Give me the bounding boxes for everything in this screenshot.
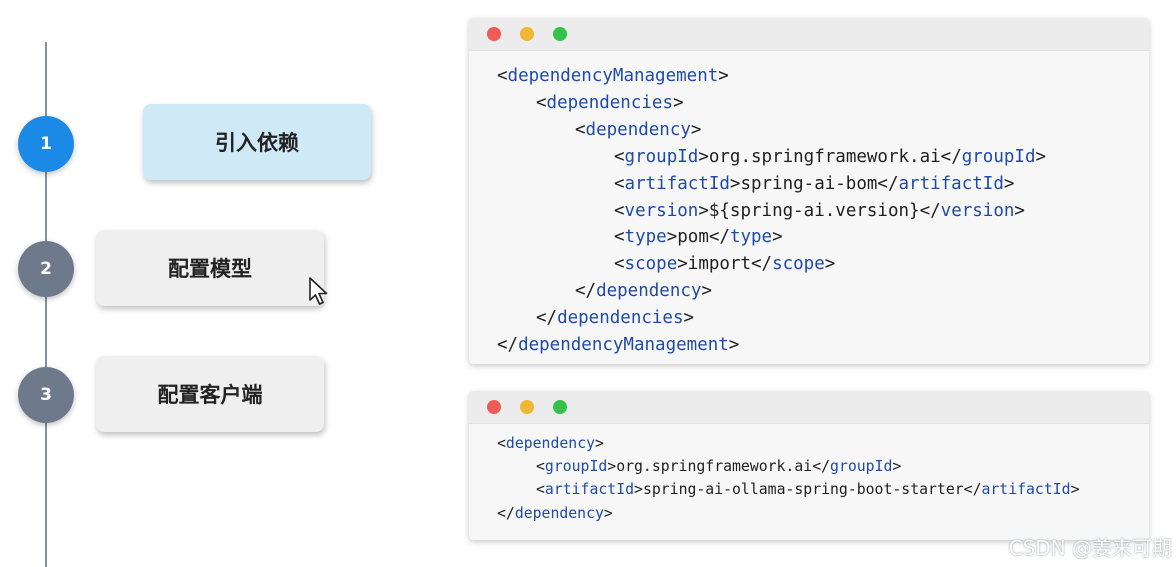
code-line: <groupId>org.springframework.ai</groupId…	[614, 146, 1047, 167]
open-tag-name: dependency	[505, 435, 596, 452]
open-tag-name: dependency	[585, 119, 691, 140]
tag-value: spring-ai-ollama-spring-boot-starter	[642, 481, 964, 499]
tag-value: import	[687, 254, 751, 275]
code-window-bom: <dependencyManagement> <dependencies> <dep…	[469, 18, 1149, 364]
code-line: <dependencies>	[536, 92, 684, 113]
close-tag-name: dependencyManagement	[518, 335, 729, 356]
open-tag-name: type	[624, 227, 667, 248]
code-line: <artifactId>spring-ai-bom</artifactId>	[614, 173, 1015, 194]
code-line: <type>pom</type>	[614, 227, 783, 248]
code-line: </dependencyManagement>	[497, 335, 740, 356]
step-3-card[interactable]: 配置客户端	[96, 356, 324, 432]
minimize-dot-icon[interactable]	[520, 400, 534, 414]
close-dot-icon[interactable]	[487, 400, 501, 414]
open-tag-name: dependencies	[546, 92, 673, 113]
code-line: <groupId>org.springframework.ai</groupId…	[536, 458, 902, 476]
code-line: <version>${spring-ai.version}</version>	[614, 200, 1025, 221]
code-line: <dependency>	[497, 435, 604, 452]
tag-value: ${spring-ai.version}	[708, 200, 920, 221]
code-line: <artifactId>spring-ai-ollama-spring-boot…	[536, 481, 1080, 499]
close-tag-name: scope	[772, 254, 825, 275]
open-tag-name: groupId	[624, 146, 699, 167]
step-1-circle: 1	[18, 116, 74, 172]
window-titlebar	[469, 18, 1149, 51]
close-tag-name: groupId	[830, 458, 893, 476]
close-tag-name: version	[940, 200, 1015, 221]
close-tag-name: type	[729, 227, 773, 248]
tag-value: spring-ai-bom	[740, 173, 878, 194]
open-tag-name: groupId	[544, 458, 608, 476]
open-tag-name: artifactId	[544, 481, 635, 499]
step-2-circle: 2	[18, 241, 74, 297]
mouse-cursor-icon	[309, 277, 328, 305]
close-tag-name: dependency	[514, 504, 604, 522]
close-tag-name: dependency	[596, 281, 702, 302]
close-dot-icon[interactable]	[487, 27, 501, 41]
watermark: CSDN @姜来可期	[1008, 536, 1172, 560]
code-block-starter: <dependency> <groupId>org.springframework…	[469, 424, 1149, 525]
close-tag-name: dependencies	[557, 308, 684, 329]
code-line: <dependencyManagement>	[497, 66, 729, 86]
step-1-label: 引入依赖	[215, 131, 299, 155]
minimize-dot-icon[interactable]	[520, 27, 534, 41]
code-block-bom: <dependencyManagement> <dependencies> <dep…	[469, 51, 1149, 359]
open-tag-name: version	[624, 200, 699, 221]
code-line: <scope>import</scope>	[614, 254, 836, 275]
close-tag-name: artifactId	[898, 173, 1004, 194]
code-line: </dependencies>	[536, 308, 695, 329]
open-tag-name: scope	[624, 254, 678, 275]
tag-value: org.springframework.ai	[708, 146, 941, 167]
step-2-card[interactable]: 配置模型	[96, 230, 324, 306]
tag-value: org.springframework.ai	[616, 458, 813, 476]
code-line: </dependency>	[497, 504, 613, 522]
maximize-dot-icon[interactable]	[553, 27, 567, 41]
code-window-starter: <dependency> <groupId>org.springframework…	[469, 391, 1149, 540]
maximize-dot-icon[interactable]	[553, 400, 567, 414]
close-tag-name: artifactId	[981, 481, 1071, 499]
code-line: </dependency>	[575, 281, 712, 302]
close-tag-name: groupId	[961, 146, 1036, 167]
step-3-circle: 3	[18, 367, 74, 423]
step-1-card[interactable]: 引入依赖	[143, 104, 371, 180]
step-2-label: 配置模型	[168, 257, 252, 281]
tag-value: pom	[677, 227, 709, 248]
code-line: <dependency>	[575, 119, 702, 140]
open-tag-name: dependencyManagement	[507, 66, 719, 86]
step-3-label: 配置客户端	[157, 383, 263, 407]
open-tag-name: artifactId	[624, 173, 730, 194]
window-titlebar	[469, 391, 1149, 424]
